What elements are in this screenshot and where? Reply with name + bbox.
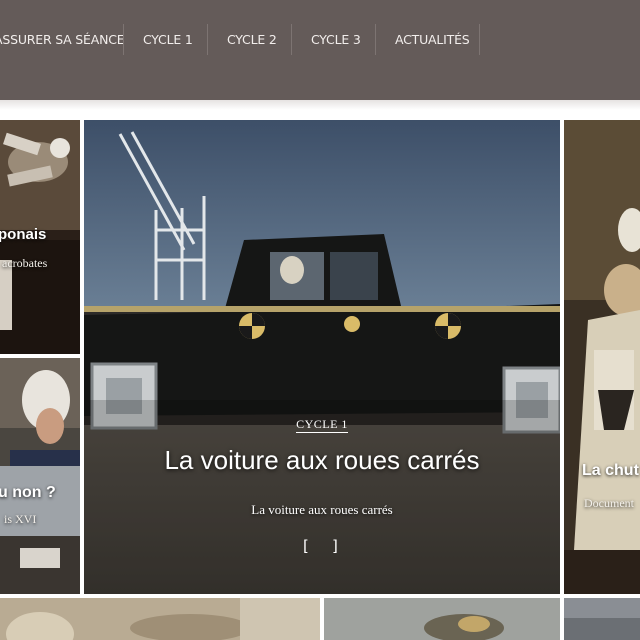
nav-separator — [375, 24, 376, 55]
featured-title[interactable]: La voiture aux roues carrés — [84, 445, 560, 476]
tile-subtitle: is XVI — [4, 512, 37, 526]
nav-separator — [207, 24, 208, 55]
article-tile-louis-xvi[interactable]: u non ? is XVI — [0, 358, 80, 594]
slider-prev-icon[interactable]: [ — [303, 537, 309, 555]
article-tile-bottom-2[interactable] — [324, 598, 560, 640]
tile-image — [0, 598, 320, 640]
tile-subtitle: Document — [584, 496, 634, 510]
tile-image — [564, 598, 640, 640]
tile-image — [324, 598, 560, 640]
slider-next-icon[interactable]: ] — [332, 537, 338, 555]
tile-image — [564, 120, 640, 594]
tile-title: u non ? — [0, 484, 56, 501]
featured-article-tile[interactable]: CYCLE 1 La voiture aux roues carrés La v… — [84, 120, 560, 594]
nav-item-cycle-2[interactable]: CYCLE 2 — [227, 24, 277, 55]
nav-item-assurer-sa-seance[interactable]: ASSURER SA SÉANCE — [0, 24, 125, 55]
featured-category-link[interactable]: CYCLE 1 — [296, 417, 348, 433]
tile-subtitle: acrobates — [2, 256, 48, 270]
featured-category[interactable]: CYCLE 1 — [84, 417, 560, 433]
nav-separator — [123, 24, 124, 55]
main-navigation: ASSURER SA SÉANCE CYCLE 1 CYCLE 2 CYCLE … — [0, 0, 640, 100]
featured-image — [84, 120, 560, 594]
nav-item-cycle-3[interactable]: CYCLE 3 — [311, 24, 361, 55]
nav-separator — [479, 24, 480, 55]
tile-title: La chut — [582, 462, 639, 479]
article-tile-bottom-3[interactable] — [564, 598, 640, 640]
article-tile-bottom-1[interactable] — [0, 598, 320, 640]
tile-title: ponais — [0, 226, 47, 243]
nav-shadow — [0, 100, 640, 110]
nav-item-cycle-1[interactable]: CYCLE 1 — [143, 24, 193, 55]
nav-item-actualites[interactable]: ACTUALITÉS — [395, 24, 470, 55]
nav-separator — [291, 24, 292, 55]
featured-subtitle: La voiture aux roues carrés — [251, 502, 393, 517]
tile-image — [0, 358, 80, 594]
article-tile-la-chute[interactable]: La chut Document — [564, 120, 640, 594]
article-tile-japonais[interactable]: ponais acrobates — [0, 120, 80, 354]
